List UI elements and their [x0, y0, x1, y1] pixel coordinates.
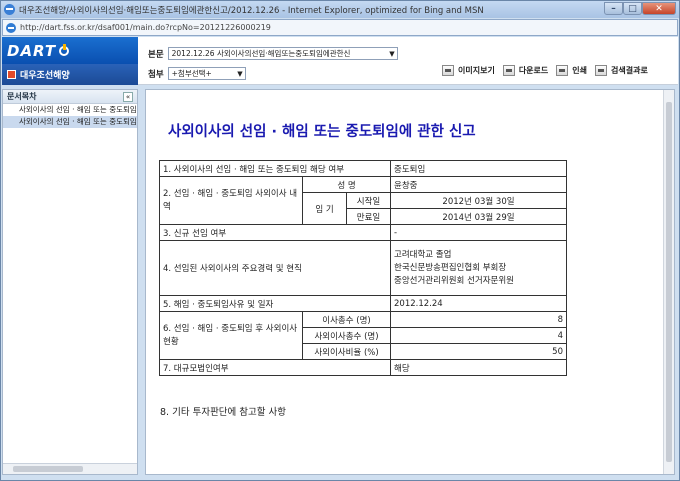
scrollbar-thumb[interactable]	[666, 102, 672, 462]
toolbar: 이미지보기 다운로드 인쇄 검색결과로	[442, 65, 656, 76]
sidebar-horizontal-scrollbar[interactable]	[3, 463, 137, 474]
row7-label: 7. 대규모법인여부	[159, 359, 391, 376]
dart-logo[interactable]: DART	[2, 37, 138, 64]
table-row: 6. 선임 · 해임 · 중도퇴임 후 사외이사 현황 이사총수 (명) 8	[159, 311, 567, 360]
row5-label: 5. 해임 · 중도퇴임사유 및 일자	[159, 295, 391, 312]
table-row: 7. 대규모법인여부 해당	[159, 359, 567, 376]
print-label: 인쇄	[572, 66, 587, 75]
table-row: 5. 해임 · 중도퇴임사유 및 일자 2012.12.24	[159, 295, 567, 312]
table-row: 2. 선임 · 해임 · 중도퇴임 사외이사 내역 성 명 윤창중	[159, 176, 567, 225]
name-header: 성 명	[302, 176, 391, 193]
toc-item-selected[interactable]: 사외이사의 선임 · 해임 또는 중도퇴임에 관한 신고	[3, 116, 137, 128]
row4-label: 4. 선임된 사외이사의 주요경력 및 현직	[159, 240, 391, 296]
item8-note: 8. 기타 투자판단에 참고할 사항	[160, 407, 287, 418]
chevron-down-icon: ▼	[389, 49, 395, 58]
table-row: 4. 선임된 사외이사의 주요경력 및 현직 고려대학교 졸업한국신문방송편집인…	[159, 240, 567, 296]
print-icon	[556, 65, 569, 76]
body-row: 본문 2012.12.26 사외이사의선임·해임또는중도퇴임에관한신 ▼	[148, 47, 398, 60]
end-label: 만료일	[346, 208, 391, 225]
row6-label: 6. 선임 · 해임 · 중도퇴임 후 사외이사 현황	[159, 311, 303, 360]
table-row: 1. 사외이사의 선임 · 해임 또는 중도퇴임 해당 여부 중도퇴임	[159, 160, 567, 177]
toc-title: 문서목차	[7, 92, 37, 101]
toc-item[interactable]: 사외이사의 선임 · 해임 또는 중도퇴임에 관한 신고	[3, 104, 137, 116]
attachment-row: 첨부 +첨부선택+ ▼	[148, 67, 246, 80]
company-icon	[7, 70, 16, 79]
search-results-label: 검색결과로	[611, 66, 648, 75]
page-icon	[6, 22, 16, 33]
body-select-value: 2012.12.26 사외이사의선임·해임또는중도퇴임에관한신	[171, 49, 351, 58]
row1-label: 1. 사외이사의 선임 · 해임 또는 중도퇴임 해당 여부	[159, 160, 391, 177]
company-name: 대우조선해양	[20, 71, 70, 81]
minimize-button[interactable]: –	[604, 2, 623, 15]
outside-directors-value: 4	[390, 327, 567, 344]
address-bar[interactable]: http://dart.fss.or.kr/dsaf001/main.do?rc…	[2, 19, 678, 36]
download-button[interactable]: 다운로드	[502, 65, 549, 76]
download-label: 다운로드	[518, 66, 549, 75]
document-vertical-scrollbar[interactable]	[663, 90, 674, 474]
search-results-icon	[595, 65, 607, 76]
row3-value: -	[390, 224, 567, 241]
table-row: 3. 신규 선임 여부 -	[159, 224, 567, 241]
collapse-button[interactable]: «	[123, 91, 133, 102]
download-icon	[502, 65, 515, 76]
name-value: 윤창중	[390, 176, 567, 193]
career-line: 중앙선거관리위원회 선거자문위원	[394, 275, 515, 286]
company-name-bar: 대우조선해양	[2, 64, 138, 85]
career-line: 한국신문방송편집인협회 부회장	[394, 262, 507, 273]
power-icon	[59, 43, 70, 56]
title-bar: 대우조선해양/사외이사의선임·해임또는중도퇴임에관한신고/2012.12.26 …	[1, 1, 679, 18]
directors-total-label: 이사총수 (명)	[302, 311, 391, 328]
document-toc-sidebar: 문서목차 « 사외이사의 선임 · 해임 또는 중도퇴임에 관한 신고 사외이사…	[2, 89, 138, 475]
document-title: 사외이사의 선임 · 해임 또는 중도퇴임에 관한 신고	[168, 124, 476, 140]
body-select[interactable]: 2012.12.26 사외이사의선임·해임또는중도퇴임에관한신 ▼	[167, 47, 398, 60]
start-value: 2012년 03월 30일	[390, 192, 567, 209]
start-label: 시작일	[346, 192, 391, 209]
url-text[interactable]: http://dart.fss.or.kr/dsaf001/main.do?rc…	[20, 23, 271, 32]
outside-directors-label: 사외이사총수 (명)	[302, 327, 391, 344]
attachment-select[interactable]: +첨부선택+ ▼	[167, 67, 246, 80]
browser-window: 대우조선해양/사외이사의선임·해임또는중도퇴임에관한신고/2012.12.26 …	[0, 0, 680, 481]
row2-label: 2. 선임 · 해임 · 중도퇴임 사외이사 내역	[159, 176, 303, 225]
maximize-button[interactable]: □	[623, 2, 642, 15]
attachment-select-value: +첨부선택+	[171, 69, 212, 78]
term-label: 임 기	[302, 192, 347, 225]
document-pane: 사외이사의 선임 · 해임 또는 중도퇴임에 관한 신고 1. 사외이사의 선임…	[145, 89, 675, 475]
window-title: 대우조선해양/사외이사의선임·해임또는중도퇴임에관한신고/2012.12.26 …	[19, 5, 484, 16]
disclosure-table: 1. 사외이사의 선임 · 해임 또는 중도퇴임 해당 여부 중도퇴임 2. 선임…	[159, 160, 567, 376]
row1-value: 중도퇴임	[390, 160, 567, 177]
image-view-label: 이미지보기	[458, 66, 495, 75]
image-view-icon	[442, 65, 454, 76]
close-button[interactable]: ✕	[642, 2, 676, 15]
career-line: 고려대학교 졸업	[394, 249, 452, 260]
row3-label: 3. 신규 선임 여부	[159, 224, 391, 241]
search-results-button[interactable]: 검색결과로	[595, 65, 648, 76]
chevron-down-icon: ▼	[237, 69, 243, 78]
directors-total-value: 8	[390, 311, 567, 328]
toc-header: 문서목차 «	[3, 90, 137, 104]
image-view-button[interactable]: 이미지보기	[442, 65, 495, 76]
logo-text: DART	[7, 41, 57, 60]
end-value: 2014년 03월 29일	[390, 208, 567, 225]
ie-icon	[4, 4, 15, 15]
scrollbar-thumb[interactable]	[13, 466, 83, 472]
attachment-label: 첨부	[148, 69, 164, 80]
outside-ratio-value: 50	[390, 343, 567, 360]
dart-header: DART 대우조선해양 본문 2012.12.26 사외이사의선임·해임또는중도…	[2, 37, 678, 85]
row7-value: 해당	[390, 359, 567, 376]
outside-ratio-label: 사외이사비율 (%)	[302, 343, 391, 360]
row5-value: 2012.12.24	[390, 295, 567, 312]
body-label: 본문	[148, 49, 164, 60]
print-button[interactable]: 인쇄	[556, 65, 587, 76]
